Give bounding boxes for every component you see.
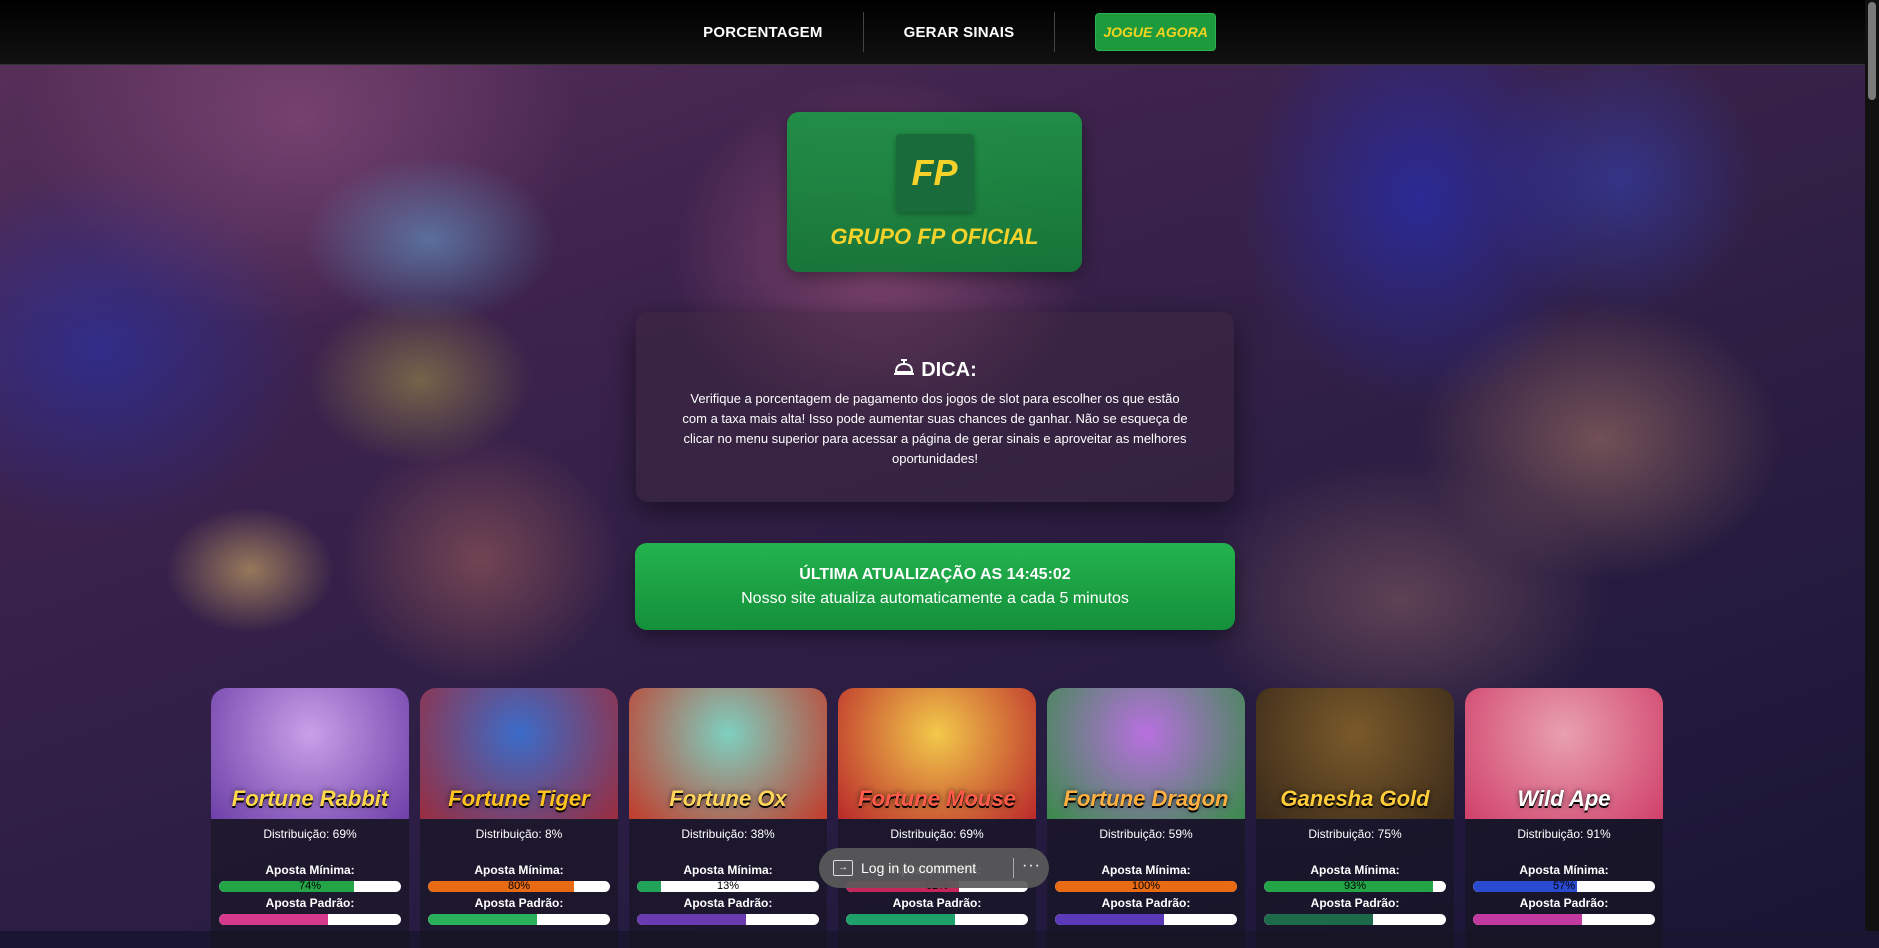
last-update-subtitle: Nosso site atualiza automaticamente a ca… [741, 590, 1129, 607]
std-bet-progress [219, 914, 401, 925]
game-distribution: Distribuição: 91% [1517, 827, 1611, 841]
min-bet-label: Aposta Mínima: [474, 863, 564, 877]
brand-logo: FP [895, 134, 974, 212]
play-now-button[interactable]: JOGUE AGORA [1095, 13, 1216, 51]
std-bet-fill [1264, 914, 1374, 925]
std-bet-fill [428, 914, 538, 925]
tip-card: DICA: Verifique a porcentagem de pagamen… [636, 312, 1234, 502]
min-bet-progress: 100% [1055, 881, 1237, 892]
game-thumbnail[interactable]: Fortune Ox [629, 688, 827, 819]
login-icon: → [833, 860, 853, 876]
tip-title: DICA: [921, 358, 977, 381]
game-card[interactable]: Wild Ape Distribuição: 91% Aposta Mínima… [1465, 688, 1663, 948]
game-logo: Fortune Tiger [448, 786, 590, 811]
min-bet-value: 100% [1131, 881, 1161, 892]
min-bet-progress: 93% [1264, 881, 1446, 892]
min-bet-progress: 13% [637, 881, 819, 892]
min-bet-label: Aposta Mínima: [683, 863, 773, 877]
scrollbar-thumb[interactable] [1868, 2, 1876, 100]
game-thumbnail[interactable]: Wild Ape [1465, 688, 1663, 819]
min-bet-label: Aposta Mínima: [1310, 863, 1400, 877]
comment-bar[interactable]: → Log in to comment ··· [819, 848, 1049, 888]
nav-link-gerar-sinais[interactable]: GERAR SINAIS [864, 12, 1055, 52]
comment-divider [1013, 858, 1014, 878]
min-bet-value: 13% [716, 881, 740, 892]
game-distribution: Distribuição: 69% [890, 827, 984, 841]
nav-divider [1054, 12, 1056, 52]
std-bet-fill [846, 914, 956, 925]
std-bet-fill [219, 914, 329, 925]
game-card[interactable]: Fortune Ox Distribuição: 38% Aposta Míni… [629, 688, 827, 948]
std-bet-progress [846, 914, 1028, 925]
min-bet-label: Aposta Mínima: [1101, 863, 1191, 877]
game-card[interactable]: Ganesha Gold Distribuição: 75% Aposta Mí… [1256, 688, 1454, 948]
tip-text: Verifique a porcentagem de pagamento dos… [682, 391, 1188, 466]
game-logo: Fortune Rabbit [231, 786, 389, 811]
min-bet-progress: 80% [428, 881, 610, 892]
game-thumbnail[interactable]: Fortune Rabbit [211, 688, 409, 819]
game-card[interactable]: Fortune Rabbit Distribuição: 69% Aposta … [211, 688, 409, 948]
nav-link-porcentagem[interactable]: PORCENTAGEM [663, 12, 862, 52]
game-logo: Ganesha Gold [1280, 786, 1430, 811]
std-bet-progress [1473, 914, 1655, 925]
game-card[interactable]: Fortune Tiger Distribuição: 8% Aposta Mí… [420, 688, 618, 948]
std-bet-fill [637, 914, 747, 925]
game-distribution: Distribuição: 75% [1308, 827, 1402, 841]
std-bet-progress [637, 914, 819, 925]
min-bet-value: 93% [1343, 881, 1367, 892]
std-bet-progress [1055, 914, 1237, 925]
min-bet-label: Aposta Mínima: [1519, 863, 1609, 877]
std-bet-label: Aposta Padrão: [265, 896, 355, 910]
min-bet-value: 74% [298, 881, 322, 892]
std-bet-progress [1264, 914, 1446, 925]
min-bet-label: Aposta Mínima: [265, 863, 355, 877]
game-card[interactable]: Fortune Dragon Distribuição: 59% Aposta … [1047, 688, 1245, 948]
std-bet-label: Aposta Padrão: [1519, 896, 1609, 910]
std-bet-label: Aposta Padrão: [1310, 896, 1400, 910]
top-navigation: PORCENTAGEM GERAR SINAIS JOGUE AGORA [0, 0, 1879, 65]
std-bet-label: Aposta Padrão: [474, 896, 564, 910]
brand-title: GRUPO FP OFICIAL [830, 224, 1039, 249]
std-bet-label: Aposta Padrão: [683, 896, 773, 910]
std-bet-label: Aposta Padrão: [1101, 896, 1191, 910]
game-distribution: Distribuição: 8% [475, 827, 563, 841]
tip-heading: DICA: [636, 357, 1234, 383]
game-card[interactable]: Fortune Mouse Distribuição: 69% Aposta M… [838, 688, 1036, 948]
game-distribution: Distribuição: 38% [681, 827, 775, 841]
game-thumbnail[interactable]: Fortune Dragon [1047, 688, 1245, 819]
game-distribution: Distribuição: 59% [1099, 827, 1193, 841]
last-update-title: ÚLTIMA ATUALIZAÇÃO AS 14:45:02 [799, 566, 1071, 583]
game-thumbnail[interactable]: Fortune Tiger [420, 688, 618, 819]
game-logo: Wild Ape [1517, 786, 1611, 811]
game-thumbnail[interactable]: Fortune Mouse [838, 688, 1036, 819]
page-scrollbar[interactable] [1865, 0, 1879, 931]
game-thumbnail[interactable]: Ganesha Gold [1256, 688, 1454, 819]
games-grid: Fortune Rabbit Distribuição: 69% Aposta … [211, 688, 1663, 948]
bell-icon [893, 357, 915, 383]
std-bet-label: Aposta Padrão: [892, 896, 982, 910]
last-update-banner: ÚLTIMA ATUALIZAÇÃO AS 14:45:02 Nosso sit… [635, 543, 1235, 630]
min-bet-value: 80% [507, 881, 531, 892]
more-options-icon[interactable]: ··· [1022, 857, 1041, 875]
game-logo: Fortune Ox [669, 786, 787, 811]
min-bet-value: 57% [1552, 881, 1576, 892]
game-logo: Fortune Dragon [1063, 786, 1229, 811]
game-logo: Fortune Mouse [858, 786, 1016, 811]
std-bet-fill [1055, 914, 1165, 925]
min-bet-progress: 57% [1473, 881, 1655, 892]
min-bet-progress: 74% [219, 881, 401, 892]
brand-card: FP GRUPO FP OFICIAL [787, 112, 1082, 272]
login-to-comment-button[interactable]: Log in to comment [861, 860, 976, 876]
std-bet-progress [428, 914, 610, 925]
std-bet-fill [1473, 914, 1583, 925]
game-distribution: Distribuição: 69% [263, 827, 357, 841]
